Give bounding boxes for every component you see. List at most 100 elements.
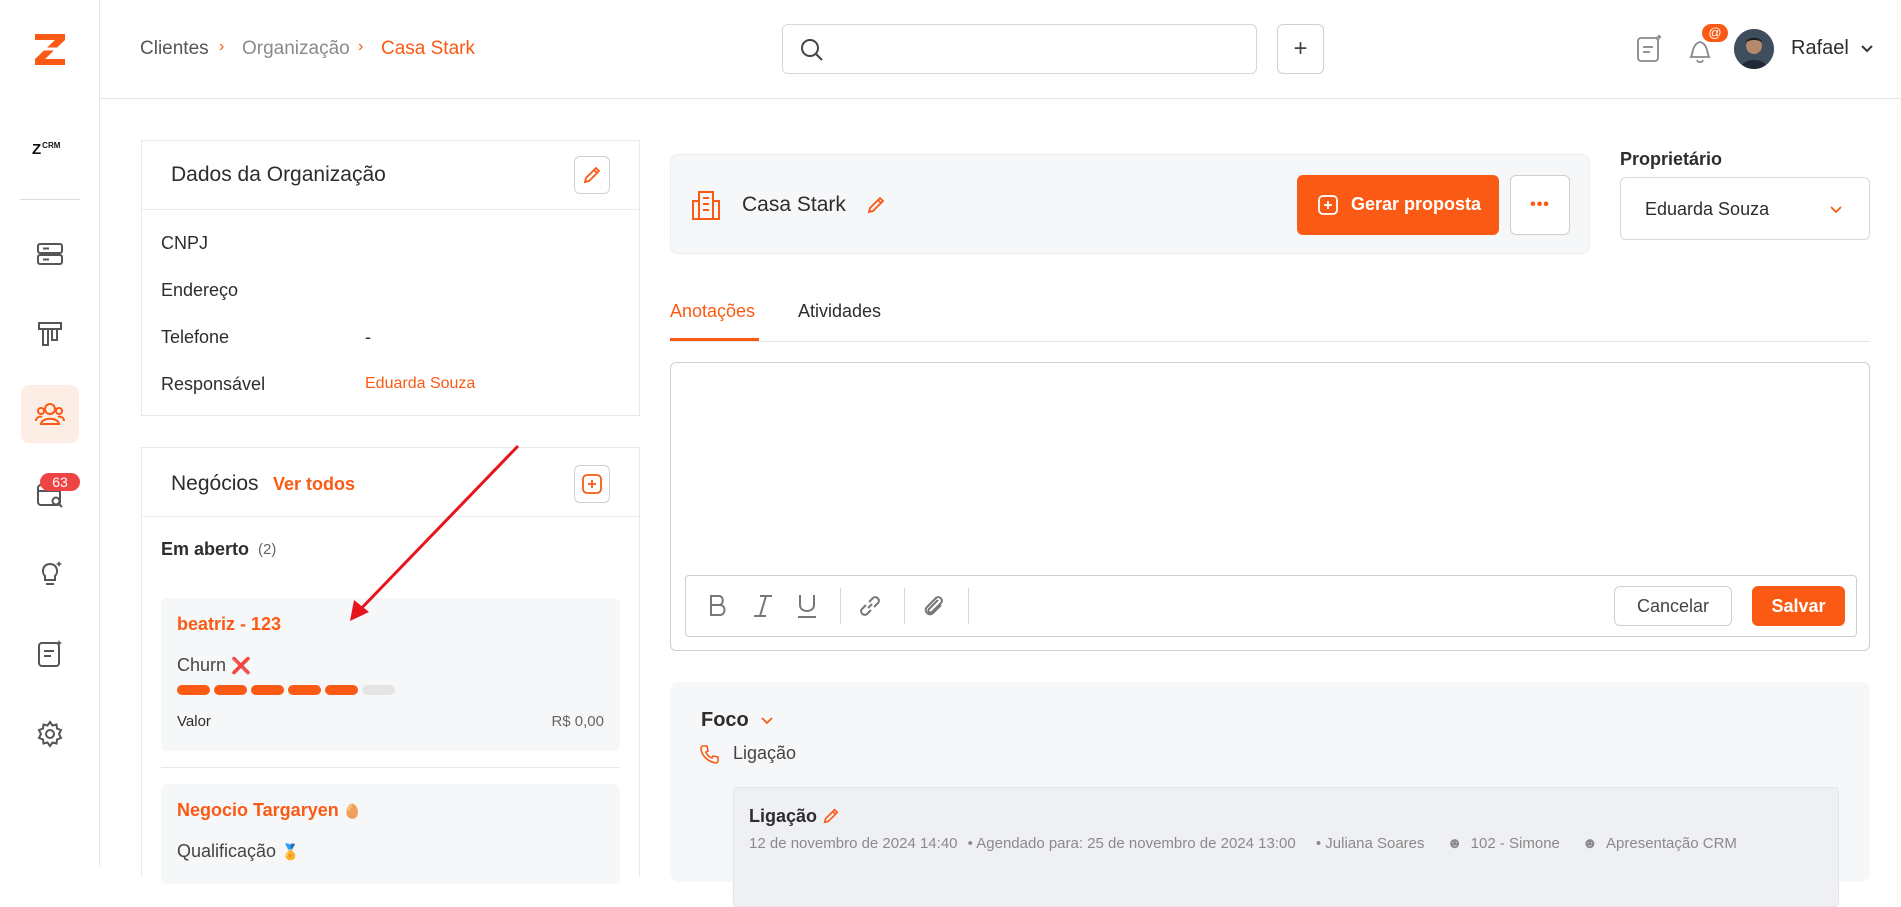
- deal-title-emoji: 🥚: [343, 803, 362, 819]
- attach-button[interactable]: [920, 592, 948, 620]
- org-data-card: Dados da Organização CNPJ Endereço Telef…: [141, 140, 640, 416]
- bold-icon: [710, 595, 726, 616]
- add-deal-button[interactable]: [574, 465, 610, 503]
- add-button[interactable]: +: [1277, 24, 1324, 74]
- deals-title: Negócios: [171, 472, 259, 495]
- sidebar-divider: [20, 199, 80, 200]
- brand-logo[interactable]: [29, 28, 71, 70]
- funnel-pillar-icon: [38, 322, 62, 346]
- crm-logo-letter: Z: [32, 141, 42, 158]
- sidebar-item-insights[interactable]: [21, 545, 79, 603]
- avatar-image: [1734, 29, 1774, 69]
- deal-title-text: Negocio Targaryen: [177, 800, 339, 820]
- chevron-right-icon: ›: [358, 38, 364, 55]
- chevron-down-icon[interactable]: [1860, 44, 1874, 54]
- owner-select-value: Eduarda Souza: [1645, 199, 1770, 219]
- activity-card[interactable]: Ligação 12 de novembro de 2024 14:40 • A…: [733, 787, 1839, 907]
- users-icon: [35, 403, 65, 425]
- sidebar-item-pipeline[interactable]: [21, 305, 79, 363]
- generate-proposal-button[interactable]: Gerar proposta: [1297, 175, 1499, 235]
- building-icon: [692, 191, 720, 220]
- deal-value-label: Valor: [177, 713, 211, 730]
- focus-title[interactable]: Foco: [701, 709, 774, 732]
- deal-stage: Churn ❌: [177, 655, 251, 676]
- underline-icon: [798, 595, 816, 618]
- progress-segment: [177, 685, 210, 695]
- note-add-icon[interactable]: [1636, 34, 1664, 64]
- chevron-down-icon: [761, 717, 773, 724]
- progress-segment: [214, 685, 247, 695]
- owner-label: Proprietário: [1620, 149, 1723, 169]
- user-icon: ☻: [1582, 835, 1598, 852]
- progress-segment: [362, 685, 395, 695]
- note-edit-icon: [38, 640, 62, 667]
- search-box[interactable]: [782, 24, 1257, 74]
- tab-atividades[interactable]: Atividades: [798, 301, 898, 341]
- agenda-badge: 63: [40, 473, 80, 491]
- activity-created: 12 de novembro de 2024 14:40: [749, 835, 958, 852]
- tab-anotacoes[interactable]: Anotações: [670, 301, 759, 341]
- breadcrumb-current: Casa Stark: [381, 38, 475, 59]
- save-button[interactable]: Salvar: [1752, 586, 1845, 626]
- underline-button[interactable]: [794, 592, 820, 620]
- sidebar-item-agenda[interactable]: 63: [21, 465, 80, 523]
- divider: [142, 209, 639, 210]
- deal-card[interactable]: Negocio Targaryen 🥚 Qualificação 🏅: [161, 784, 620, 884]
- search-icon: [801, 39, 823, 61]
- tab-atividades-label: Atividades: [798, 301, 882, 321]
- field-label-telefone: Telefone: [161, 327, 230, 347]
- brand-logo-icon: [35, 34, 65, 65]
- group-label: Em aberto: [161, 539, 250, 559]
- org-data-title: Dados da Organização: [171, 163, 386, 186]
- deal-value: R$ 0,00: [551, 713, 604, 730]
- pencil-icon[interactable]: [822, 807, 840, 825]
- focus-card: Foco Ligação Ligação 12 de novembro de 2…: [670, 682, 1870, 907]
- user-name[interactable]: Rafael: [1791, 37, 1849, 60]
- deal-title[interactable]: beatriz - 123: [177, 614, 281, 635]
- phone-icon: [700, 745, 719, 764]
- deal-progress: [177, 685, 402, 695]
- notes-editor: Cancelar Salvar: [670, 362, 1870, 651]
- bold-button[interactable]: [704, 592, 730, 620]
- field-value-responsavel[interactable]: Eduarda Souza: [365, 375, 475, 393]
- cancel-button[interactable]: Cancelar: [1614, 586, 1732, 626]
- breadcrumb-organizacao[interactable]: Organização: [242, 38, 350, 60]
- notifications-button[interactable]: @: [1684, 24, 1728, 66]
- sidebar-item-settings[interactable]: [21, 705, 79, 763]
- breadcrumb-clientes[interactable]: Clientes: [140, 38, 209, 60]
- pencil-icon[interactable]: [866, 195, 886, 215]
- group-count: (2): [258, 541, 277, 558]
- chevron-right-icon: ›: [219, 38, 225, 55]
- add-button-label: +: [1293, 35, 1308, 62]
- deal-title[interactable]: Negocio Targaryen 🥚: [177, 800, 361, 821]
- progress-segment: [251, 685, 284, 695]
- divider: [161, 767, 620, 768]
- italic-icon: [754, 595, 772, 617]
- activity-contact: 102 - Simone: [1470, 835, 1560, 852]
- sidebar-item-dashboard[interactable]: [21, 225, 79, 283]
- notes-textarea[interactable]: [685, 373, 1855, 553]
- plus-square-icon: [582, 474, 602, 494]
- plus-square-icon: [1318, 195, 1338, 215]
- toolbar-separator: [904, 588, 905, 624]
- progress-segment: [288, 685, 321, 695]
- search-input[interactable]: [835, 33, 1245, 65]
- editor-toolbar: Cancelar Salvar: [685, 575, 1857, 637]
- more-options-button[interactable]: •••: [1510, 175, 1570, 235]
- save-button-label: Salvar: [1771, 596, 1826, 616]
- tab-anotacoes-label: Anotações: [670, 301, 756, 321]
- activity-meta: 12 de novembro de 2024 14:40 • Agendado …: [749, 835, 1737, 852]
- activity-title: Ligação: [749, 806, 818, 826]
- server-icon: [37, 243, 63, 265]
- avatar[interactable]: [1734, 29, 1774, 69]
- deal-stage-label: Churn: [177, 655, 227, 675]
- deal-stage-emoji: 🏅: [281, 844, 300, 861]
- edit-org-button[interactable]: [574, 156, 610, 194]
- sidebar-item-notes[interactable]: [21, 625, 79, 683]
- italic-button[interactable]: [750, 592, 776, 620]
- sidebar-item-clients[interactable]: [21, 385, 79, 443]
- notification-badge: @: [1702, 24, 1728, 42]
- toolbar-separator: [840, 588, 841, 624]
- owner-select[interactable]: Eduarda Souza: [1620, 177, 1870, 240]
- link-button[interactable]: [856, 592, 884, 620]
